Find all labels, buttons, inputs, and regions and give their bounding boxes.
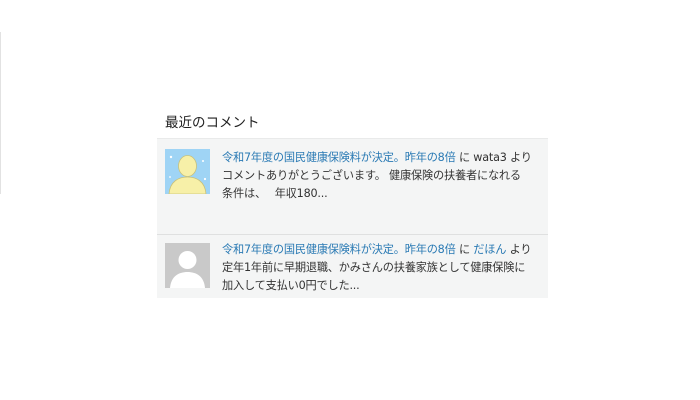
comment-excerpt-line-2: 加入して支払い0円でした... — [222, 279, 360, 292]
comment-post-link[interactable]: 令和7年度の国民健康保険料が決定。昨年の8倍 — [222, 151, 456, 164]
comment-connector: に — [455, 243, 474, 256]
comment-item: 令和7年度の国民健康保険料が決定。昨年の8倍 に wata3 より コメントあり… — [157, 138, 548, 234]
comment-excerpt-line-1: コメントありがとうございます。 健康保険の扶養者になれる — [222, 169, 521, 182]
comment-body: 令和7年度の国民健康保険料が決定。昨年の8倍 に wata3 より コメントあり… — [222, 149, 546, 203]
recent-comments-widget: 最近のコメント 令和7年度の国民健康保険料が決定。昨年の8倍 に wata3 よ… — [157, 108, 548, 298]
comment-body: 令和7年度の国民健康保険料が決定。昨年の8倍 に だほん より 定年1年前に早期… — [222, 241, 546, 295]
widget-title: 最近のコメント — [165, 115, 260, 131]
comment-list: 令和7年度の国民健康保険料が決定。昨年の8倍 に wata3 より コメントあり… — [157, 138, 548, 298]
comment-connector: に — [455, 151, 474, 164]
avatar[interactable] — [165, 149, 210, 194]
comment-excerpt-line-2: 条件は、 年収180... — [222, 187, 328, 200]
default-avatar-icon — [165, 243, 210, 288]
comment-excerpt-line-1: 定年1年前に早期退職、かみさんの扶養家族として健康保険に — [222, 261, 526, 274]
comment-author-link[interactable]: だほん — [473, 243, 506, 256]
avatar[interactable] — [165, 243, 210, 288]
comment-post-link[interactable]: 令和7年度の国民健康保険料が決定。昨年の8倍 — [222, 243, 456, 256]
comment-author: wata3 — [473, 151, 507, 164]
comment-item: 令和7年度の国民健康保険料が決定。昨年の8倍 に だほん より 定年1年前に早期… — [157, 234, 548, 298]
comment-suffix: より — [506, 243, 532, 256]
page-left-divider — [0, 32, 1, 194]
custom-avatar-icon — [165, 149, 210, 194]
comment-suffix: より — [506, 151, 532, 164]
